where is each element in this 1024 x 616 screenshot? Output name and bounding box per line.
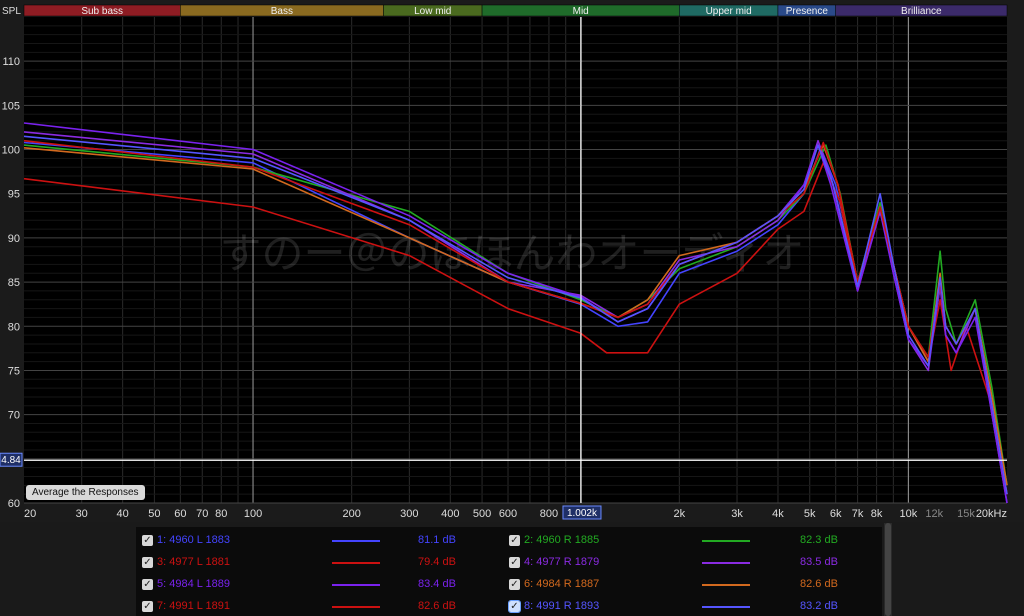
legend-item[interactable]: ✓ 2: 4960 R 1885 [509, 531, 599, 549]
y-tick-label: 70 [8, 410, 20, 422]
legend-swatch [702, 584, 750, 586]
legend-checkbox[interactable]: ✓ [509, 556, 520, 568]
legend-panel: ✓ 1: 4960 L 1883 81.1 dB ✓ 2: 4960 R 1885 82.… [136, 527, 882, 616]
x-tick-label: 30 [76, 508, 88, 520]
legend-swatch [702, 606, 750, 608]
band-label: Mid [573, 6, 589, 17]
x-tick-label: 60 [174, 508, 186, 520]
x-tick-label: 20 [24, 508, 36, 520]
frequency-response-chart: Sub bass Bass Low mid Mid Upper mid Presence B… [0, 0, 1024, 522]
legend-value: 81.1 dB [418, 534, 456, 546]
x-tick-label: 80 [215, 508, 227, 520]
x-tick-label: 7k [852, 508, 864, 520]
y-tick-label: 110 [2, 56, 20, 68]
legend-item[interactable]: ✓ 1: 4960 L 1883 [142, 531, 230, 549]
band-label: Upper mid [706, 6, 752, 17]
legend-label: 7: 4991 L 1891 [157, 600, 230, 612]
x-tick-label: 100 [244, 508, 262, 520]
legend-value: 82.6 dB [800, 578, 838, 590]
y-tick-label: 85 [8, 277, 20, 289]
y-tick-label: 75 [8, 365, 20, 377]
legend-value: 83.4 dB [418, 578, 456, 590]
x-tick-label: 400 [441, 508, 459, 520]
legend-value: 79.4 dB [418, 556, 456, 568]
legend-checkbox[interactable]: ✓ [142, 600, 153, 612]
x-tick-label: 5k [804, 508, 816, 520]
legend-label: 6: 4984 R 1887 [524, 578, 600, 590]
y-axis-label: SPL [2, 6, 21, 17]
x-tick-label: 200 [342, 508, 360, 520]
legend-checkbox[interactable]: ✓ [509, 534, 520, 546]
legend-item[interactable]: ✓ 5: 4984 L 1889 [142, 575, 230, 593]
y-tick-label: 100 [2, 145, 20, 157]
legend-swatch [332, 562, 380, 564]
y-tick-label: 105 [2, 100, 20, 112]
x-tick-label: 500 [473, 508, 491, 520]
x-tick-label: 3k [731, 508, 743, 520]
legend-item[interactable]: ✓ 8: 4991 R 1893 [508, 597, 600, 615]
band-label: Presence [786, 6, 829, 17]
legend-checkbox[interactable]: ✓ [509, 578, 520, 590]
legend-checkbox[interactable]: ✓ [142, 578, 153, 590]
legend-value: 83.5 dB [800, 556, 838, 568]
cursor-spl-label: 4.84 [1, 455, 21, 466]
x-tick-label: 70 [196, 508, 208, 520]
legend-label: 2: 4960 R 1885 [524, 534, 600, 546]
legend-swatch [702, 562, 750, 564]
legend-swatch [332, 584, 380, 586]
legend-item[interactable]: ✓ 4: 4977 R 1879 [509, 553, 599, 571]
x-tick-label: 20kHz [976, 508, 1007, 520]
legend-checkbox[interactable]: ✓ [142, 556, 153, 568]
band-label: Sub bass [81, 6, 123, 17]
legend-item[interactable]: ✓ 6: 4984 R 1887 [509, 575, 599, 593]
x-tick-label: 800 [540, 508, 558, 520]
legend-checkbox[interactable]: ✓ [142, 534, 153, 546]
legend-checkbox[interactable]: ✓ [508, 599, 521, 613]
legend-value: 82.3 dB [800, 534, 838, 546]
legend-label: 4: 4977 R 1879 [524, 556, 600, 568]
legend-label: 3: 4977 L 1881 [157, 556, 230, 568]
cursor-freq-label: 1.002k [567, 508, 598, 519]
y-tick-label: 80 [8, 321, 20, 333]
legend-scrollbar-thumb[interactable] [885, 523, 891, 616]
x-tick-label: 600 [499, 508, 517, 520]
x-tick-label: 40 [117, 508, 129, 520]
x-tick-label: 2k [674, 508, 686, 520]
x-tick-label: 12k [925, 508, 943, 520]
x-tick-label: 10k [899, 508, 917, 520]
legend-swatch [332, 606, 380, 608]
average-responses-button[interactable]: Average the Responses [26, 485, 145, 500]
legend-label: 1: 4960 L 1883 [157, 534, 230, 546]
x-tick-label: 8k [871, 508, 883, 520]
x-tick-label: 4k [772, 508, 784, 520]
y-tick-label: 95 [8, 189, 20, 201]
y-tick-label: 60 [8, 498, 20, 510]
x-tick-label: 300 [400, 508, 418, 520]
band-label: Low mid [414, 6, 451, 17]
legend-label: 8: 4991 R 1893 [524, 600, 600, 612]
y-tick-label: 90 [8, 233, 20, 245]
legend-item[interactable]: ✓ 7: 4991 L 1891 [142, 597, 230, 615]
legend-item[interactable]: ✓ 3: 4977 L 1881 [142, 553, 230, 571]
x-tick-label: 50 [148, 508, 160, 520]
watermark: すのー＠のほほんわオーディオ [219, 229, 804, 278]
band-label: Brilliance [901, 6, 942, 17]
legend-label: 5: 4984 L 1889 [157, 578, 230, 590]
legend-value: 82.6 dB [418, 600, 456, 612]
band-label: Bass [271, 6, 293, 17]
legend-value: 83.2 dB [800, 600, 838, 612]
legend-swatch [702, 540, 750, 542]
x-tick-label: 15k [957, 508, 975, 520]
legend-swatch [332, 540, 380, 542]
x-tick-label: 6k [830, 508, 842, 520]
